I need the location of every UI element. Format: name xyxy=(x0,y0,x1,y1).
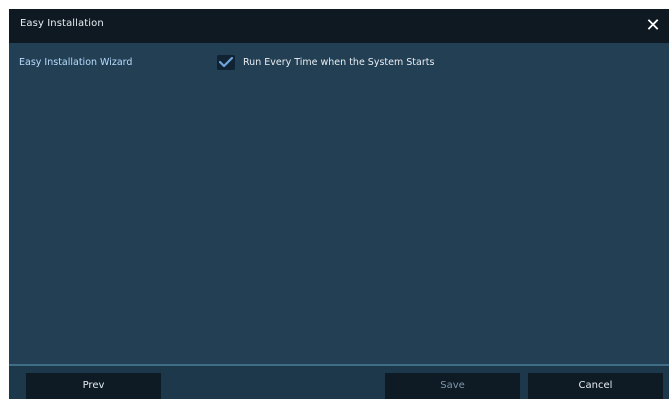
dialog-content: Easy Installation Wizard Run Every Time … xyxy=(9,43,669,364)
close-icon[interactable]: ✕ xyxy=(641,14,665,38)
run-every-time-checkbox[interactable] xyxy=(217,55,235,70)
prev-button[interactable]: Prev xyxy=(26,373,161,399)
dialog-footer: Prev Save Cancel xyxy=(9,366,669,399)
run-every-time-row: Easy Installation Wizard Run Every Time … xyxy=(9,52,669,74)
run-every-time-label: Run Every Time when the System Starts xyxy=(243,57,435,68)
dialog-title: Easy Installation xyxy=(20,18,104,29)
easy-installation-wizard-label: Easy Installation Wizard xyxy=(19,57,133,68)
dialog-titlebar: Easy Installation ✕ xyxy=(9,9,669,43)
easy-installation-dialog: Easy Installation ✕ Easy Installation Wi… xyxy=(9,9,669,399)
save-button[interactable]: Save xyxy=(385,373,520,399)
checkmark-icon xyxy=(218,56,234,68)
cancel-button[interactable]: Cancel xyxy=(528,373,663,399)
